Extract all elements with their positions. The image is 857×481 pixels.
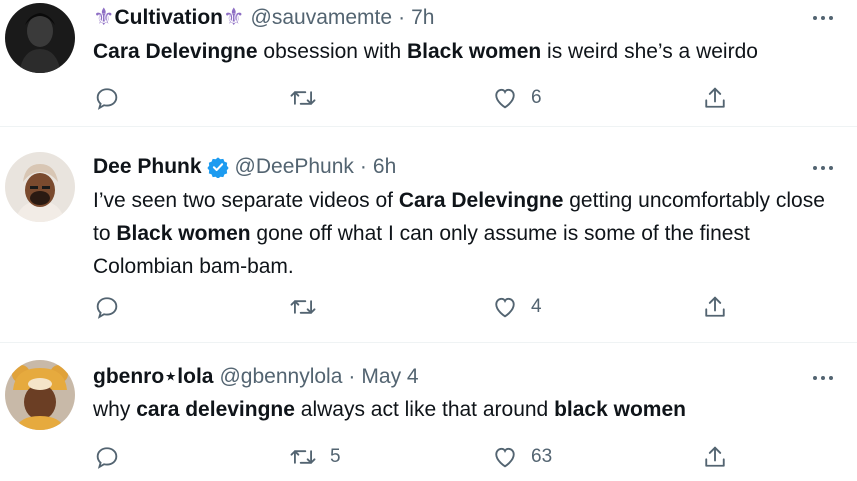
text-segment: Cara Delevingne (93, 40, 258, 63)
avatar[interactable] (5, 3, 75, 73)
more-options-button[interactable] (811, 6, 835, 30)
heart-icon (495, 88, 515, 109)
more-icon (813, 16, 833, 20)
display-name[interactable]: Dee Phunk (93, 154, 202, 180)
tweet-text: I’ve seen two separate videos of Cara De… (93, 184, 833, 283)
retweet-button[interactable]: 5 (288, 443, 341, 471)
timestamp[interactable]: 6h (373, 154, 396, 180)
reply-button[interactable] (93, 443, 121, 471)
retweet-button[interactable] (288, 293, 330, 321)
text-segment: Black women (116, 222, 251, 245)
text-segment: Cara Delevingne (398, 189, 564, 212)
retweet-icon (290, 300, 316, 314)
share-button[interactable] (701, 84, 729, 112)
action-bar: 5 63 (93, 443, 743, 473)
like-count: 63 (531, 446, 553, 467)
handle[interactable]: @gbennylola (219, 364, 342, 390)
verified-badge-icon (206, 157, 229, 178)
like-count: 6 (531, 87, 542, 108)
avatar[interactable] (5, 360, 75, 430)
text-segment: black women (554, 398, 686, 421)
retweet-button[interactable] (288, 84, 330, 112)
tweet[interactable]: ⚜ Cultivation ⚜ @sauvamemte · 7h Cara De… (0, 0, 857, 127)
reply-button[interactable] (93, 84, 121, 112)
text-segment: I’ve seen two separate videos of (93, 189, 399, 212)
handle[interactable]: @DeePhunk (235, 154, 354, 180)
text-segment: is weird she’s a weirdo (541, 40, 758, 63)
tweet-header: gbenro⋆lola @gbennylola · May 4 (93, 364, 419, 390)
separator: · (348, 365, 356, 388)
like-count: 4 (531, 296, 542, 317)
like-button[interactable]: 6 (491, 84, 542, 112)
more-icon (813, 166, 833, 170)
text-segment: why (93, 398, 137, 421)
name-decoration-icon: ⚜ (223, 4, 245, 31)
like-button[interactable]: 63 (491, 443, 552, 471)
retweet-count: 5 (330, 446, 341, 467)
tweet-header: Dee Phunk @DeePhunk · 6h (93, 154, 396, 180)
share-icon (705, 446, 725, 467)
heart-icon (495, 297, 515, 318)
display-name[interactable]: Cultivation (115, 5, 224, 31)
tweet[interactable]: gbenro⋆lola @gbennylola · May 4 why cara… (0, 343, 857, 481)
separator: · (359, 155, 367, 178)
tweet[interactable]: Dee Phunk @DeePhunk · 6h I’ve seen two s… (0, 127, 857, 343)
separator: · (398, 6, 406, 29)
more-options-button[interactable] (811, 366, 835, 390)
action-bar: 6 (93, 84, 743, 114)
text-segment: Black women (407, 40, 542, 63)
heart-icon (495, 447, 515, 468)
more-icon (813, 376, 833, 380)
action-bar: 4 (93, 293, 743, 323)
handle[interactable]: @sauvamemte (251, 5, 393, 31)
reply-icon (96, 297, 118, 319)
more-options-button[interactable] (811, 156, 835, 180)
share-icon (705, 296, 725, 317)
reply-button[interactable] (93, 293, 121, 321)
share-button[interactable] (701, 443, 729, 471)
retweet-icon (290, 450, 316, 464)
display-name[interactable]: gbenro⋆lola (93, 364, 213, 390)
reply-icon (96, 447, 118, 469)
share-button[interactable] (701, 293, 729, 321)
reply-icon (96, 88, 118, 110)
tweet-text: why cara delevingne always act like that… (93, 393, 833, 426)
tweet-text: Cara Delevingne obsession with Black wom… (93, 35, 833, 68)
text-segment: cara delevingne (136, 398, 295, 421)
avatar[interactable] (5, 152, 75, 222)
text-segment: obsession with (257, 40, 407, 63)
name-decoration-icon: ⚜ (93, 4, 115, 31)
like-button[interactable]: 4 (491, 293, 542, 321)
tweet-header: ⚜ Cultivation ⚜ @sauvamemte · 7h (93, 5, 434, 31)
timestamp[interactable]: May 4 (361, 364, 418, 390)
retweet-icon (290, 91, 316, 105)
text-segment: always act like that around (294, 398, 555, 421)
timestamp[interactable]: 7h (411, 5, 434, 31)
share-icon (705, 87, 725, 108)
